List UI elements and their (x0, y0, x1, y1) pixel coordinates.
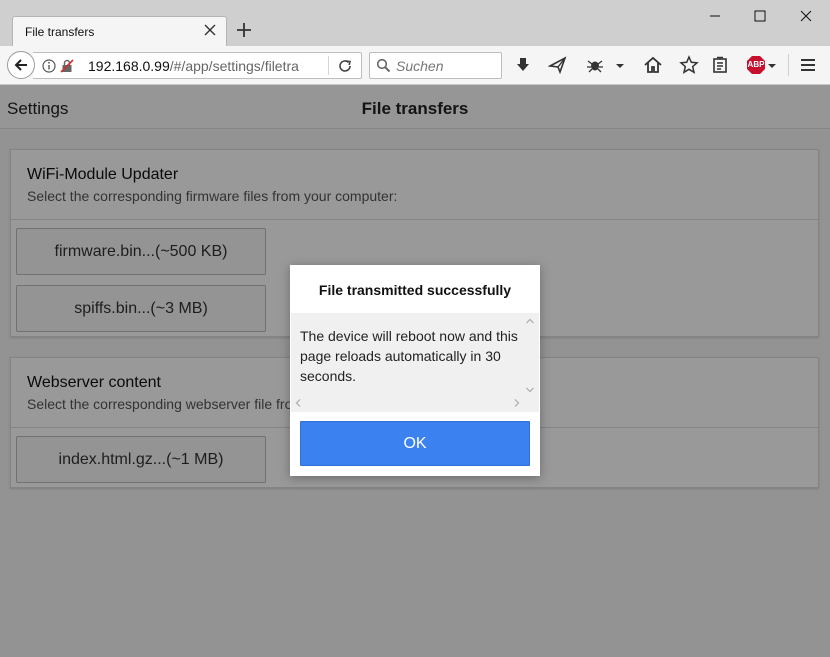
bug-icon[interactable] (585, 55, 605, 75)
maximize-icon[interactable] (750, 6, 770, 26)
tab-title: File transfers (25, 25, 95, 39)
adblock-dropdown-icon[interactable] (766, 55, 778, 75)
url-bar[interactable]: 192.168.0.99/#/app/settings/filetra (33, 52, 362, 79)
home-icon[interactable] (643, 55, 663, 75)
url-path: /#/app/settings/filetra (169, 58, 299, 74)
bookmark-star-icon[interactable] (679, 55, 699, 75)
reading-list-icon[interactable] (710, 55, 730, 75)
close-window-icon[interactable] (796, 6, 816, 26)
insecure-lock-icon[interactable] (60, 59, 74, 73)
hamburger-menu-icon[interactable] (798, 55, 818, 75)
adblock-icon[interactable]: ABP (746, 55, 766, 75)
search-bar[interactable]: Suchen (369, 52, 502, 79)
adblock-label: ABP (747, 60, 765, 69)
info-icon[interactable] (42, 59, 56, 73)
back-button[interactable] (7, 51, 35, 79)
back-arrow-icon (14, 59, 27, 71)
url-host: 192.168.0.99 (88, 58, 170, 74)
dialog-title: File transmitted successfully (318, 282, 512, 298)
success-dialog: File transmitted successfully The device… (290, 265, 540, 476)
ok-button[interactable]: OK (300, 421, 530, 466)
horizontal-scrollbar[interactable] (293, 397, 523, 409)
url-separator (328, 56, 329, 75)
dropdown-arrow-icon[interactable] (612, 55, 628, 75)
browser-tab[interactable]: File transfers (12, 16, 227, 46)
browser-navbar: 192.168.0.99/#/app/settings/filetra Such… (0, 46, 830, 85)
vertical-scrollbar[interactable] (523, 315, 537, 396)
toolbar-separator (788, 54, 789, 76)
url-text: 192.168.0.99/#/app/settings/filetra (88, 58, 299, 74)
close-tab-icon[interactable] (203, 23, 217, 37)
minimize-icon[interactable] (705, 6, 725, 26)
download-icon[interactable] (513, 55, 533, 75)
search-icon (376, 58, 391, 73)
browser-titlebar: File transfers (0, 0, 830, 46)
reload-icon[interactable] (337, 58, 353, 74)
send-icon[interactable] (548, 55, 568, 75)
search-placeholder: Suchen (396, 58, 444, 74)
dialog-message: The device will reboot now and this page… (300, 328, 518, 384)
dialog-body: The device will reboot now and this page… (291, 313, 539, 412)
new-tab-icon[interactable] (236, 22, 252, 38)
